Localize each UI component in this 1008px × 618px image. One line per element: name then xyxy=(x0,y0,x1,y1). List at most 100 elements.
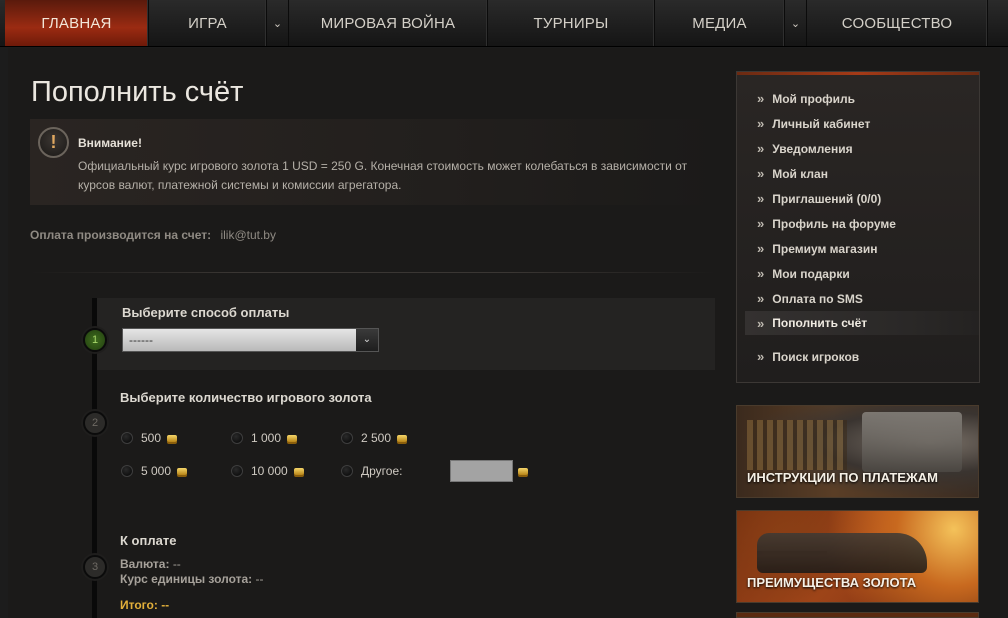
sidebar-item-label: Профиль на форуме xyxy=(772,216,896,231)
chevron-down-icon[interactable]: ⌄ xyxy=(785,0,807,46)
nav-item-home[interactable]: ГЛАВНАЯ xyxy=(5,0,149,46)
warning-box: ! Внимание! Официальный курс игрового зо… xyxy=(30,119,715,205)
sidebar-item-my-clan[interactable]: » Мой клан xyxy=(757,166,828,181)
tank-image xyxy=(757,533,927,573)
sidebar-item-premium-shop[interactable]: » Премиум магазин xyxy=(757,241,878,256)
chevron-right-icon: » xyxy=(757,91,765,106)
sidebar-item-label: Личный кабинет xyxy=(772,116,871,131)
banner-title: ИНСТРУКЦИИ ПО ПЛАТЕЖАМ xyxy=(747,470,938,485)
gold-coin-icon xyxy=(518,468,528,475)
chevron-right-icon: » xyxy=(757,241,765,256)
nav-item-label: ГЛАВНАЯ xyxy=(41,14,112,32)
chevron-down-icon[interactable]: ⌄ xyxy=(356,329,378,351)
total-line: Итого: -- xyxy=(120,598,169,612)
warning-title: Внимание! xyxy=(78,136,142,150)
nav-item-label: МИРОВАЯ ВОЙНА xyxy=(320,14,456,32)
gold-option-label: Другое: xyxy=(361,464,403,478)
rate-line: Курс единицы золота: -- xyxy=(120,572,264,586)
rate-value: -- xyxy=(255,572,264,586)
step1-title: Выберите способ оплаты xyxy=(122,305,290,320)
nav-item-label: МЕДИА xyxy=(692,14,747,32)
gold-coin-icon xyxy=(177,467,188,475)
gold-option-2500[interactable]: 2 500 xyxy=(341,431,408,445)
sidebar-accent xyxy=(737,72,979,75)
total-label: Итого: xyxy=(120,598,158,612)
account-sidebar: » Мой профиль » Личный кабинет » Уведомлени… xyxy=(736,71,980,383)
banner-partial[interactable] xyxy=(736,612,979,618)
nav-item-label: ИГРА xyxy=(188,14,227,32)
account-value: ilik@tut.by xyxy=(220,228,276,242)
sidebar-item-label: Оплата по SMS xyxy=(772,291,863,306)
payment-instructions-banner[interactable]: ИНСТРУКЦИИ ПО ПЛАТЕЖАМ xyxy=(736,405,979,498)
radio-button[interactable] xyxy=(341,465,353,477)
chevron-right-icon: » xyxy=(757,141,765,156)
ammo-image xyxy=(747,420,847,470)
chevron-down-icon[interactable]: ⌄ xyxy=(267,0,289,46)
step-number-2: 2 xyxy=(83,411,107,435)
gold-coin-icon xyxy=(167,434,178,442)
payment-method-select[interactable]: ------ ⌄ xyxy=(122,328,379,352)
step-number-3: 3 xyxy=(83,555,107,579)
sidebar-item-my-profile[interactable]: » Мой профиль xyxy=(757,91,855,106)
chevron-right-icon: » xyxy=(757,349,765,364)
sidebar-item-personal-cabinet[interactable]: » Личный кабинет xyxy=(757,116,870,131)
cash-register-image xyxy=(862,412,962,472)
currency-value: -- xyxy=(172,557,181,571)
chevron-right-icon: » xyxy=(757,116,765,131)
sidebar-item-sms-payment[interactable]: » Оплата по SMS xyxy=(757,291,863,306)
chevron-right-icon: » xyxy=(757,216,765,231)
chevron-right-icon: » xyxy=(757,291,765,306)
gold-option-label: 2 500 xyxy=(361,431,392,445)
sidebar-item-label: Уведомления xyxy=(772,141,853,156)
gold-option-label: 10 000 xyxy=(251,464,288,478)
sidebar-item-my-gifts[interactable]: » Мои подарки xyxy=(757,266,850,281)
sidebar-item-invitations[interactable]: » Приглашений (0/0) xyxy=(757,191,881,206)
gold-option-other[interactable]: Другое: xyxy=(341,464,402,478)
currency-label: Валюта: xyxy=(120,557,170,571)
gold-benefits-banner[interactable]: ПРЕИМУЩЕСТВА ЗОЛОТА xyxy=(736,510,979,603)
sidebar-item-label: Пополнить счёт xyxy=(772,316,868,330)
gold-option-10000[interactable]: 10 000 xyxy=(231,464,304,478)
step2-title: Выберите количество игрового золота xyxy=(120,390,372,405)
payment-method-value: ------ xyxy=(129,333,153,347)
nav-item-tournaments[interactable]: ТУРНИРЫ xyxy=(488,0,655,46)
gold-option-500[interactable]: 500 xyxy=(121,431,178,445)
gold-option-label: 500 xyxy=(141,431,162,445)
gold-option-1000[interactable]: 1 000 xyxy=(231,431,298,445)
nav-item-community[interactable]: СООБЩЕСТВО xyxy=(807,0,988,46)
nav-item-media[interactable]: МЕДИА xyxy=(655,0,785,46)
warning-text: Официальный курс игрового золота 1 USD =… xyxy=(78,159,688,192)
sidebar-item-player-search[interactable]: » Поиск игроков xyxy=(757,349,859,364)
sidebar-item-label: Приглашений (0/0) xyxy=(772,191,882,206)
nav-item-game[interactable]: ИГРА xyxy=(149,0,267,46)
step3-title: К оплате xyxy=(120,533,177,548)
radio-button[interactable] xyxy=(231,432,243,444)
other-amount-input[interactable] xyxy=(450,460,513,482)
sidebar-item-label: Мой клан xyxy=(772,166,828,181)
nav-item-label: СООБЩЕСТВО xyxy=(841,14,953,32)
nav-item-label: ТУРНИРЫ xyxy=(533,14,609,32)
radio-button[interactable] xyxy=(231,465,243,477)
rate-label: Курс единицы золота: xyxy=(120,572,253,586)
account-line: Оплата производится на счет: ilik@tut.by xyxy=(30,228,276,242)
sidebar-item-label: Мои подарки xyxy=(772,266,850,281)
sidebar-item-notifications[interactable]: » Уведомления xyxy=(757,141,853,156)
sidebar-item-top-up[interactable]: » Пополнить счёт xyxy=(745,311,979,335)
currency-line: Валюта: -- xyxy=(120,557,181,571)
chevron-right-icon: » xyxy=(757,191,765,206)
account-label: Оплата производится на счет: xyxy=(30,228,212,242)
sidebar-item-forum-profile[interactable]: » Профиль на форуме xyxy=(757,216,896,231)
nav-item-world-war[interactable]: МИРОВАЯ ВОЙНА xyxy=(289,0,488,46)
radio-button[interactable] xyxy=(121,465,133,477)
gold-coin-icon xyxy=(287,434,298,442)
gold-coin-icon xyxy=(293,467,304,475)
radio-button[interactable] xyxy=(341,432,353,444)
gold-option-5000[interactable]: 5 000 xyxy=(121,464,188,478)
sidebar-item-label: Премиум магазин xyxy=(772,241,878,256)
gold-option-label: 5 000 xyxy=(141,464,172,478)
radio-button[interactable] xyxy=(121,432,133,444)
chevron-right-icon: » xyxy=(757,266,765,281)
chevron-right-icon: » xyxy=(757,166,765,181)
exclamation-icon: ! xyxy=(38,127,69,158)
tank-gun xyxy=(757,551,827,556)
